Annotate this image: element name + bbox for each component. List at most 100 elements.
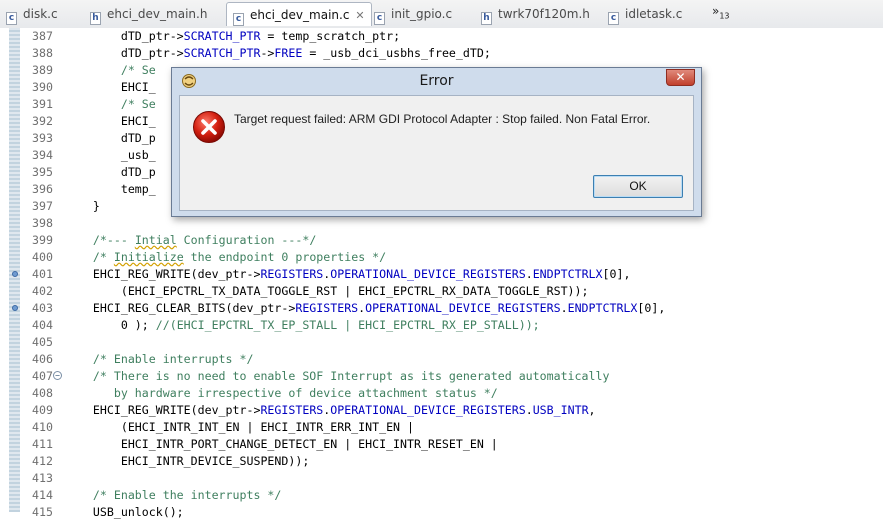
code-token: EHCI_ (65, 80, 156, 94)
line-number: 389 (32, 63, 53, 77)
code-token: EHCI_REG_WRITE(dev_ptr-> (65, 267, 261, 281)
line-number: 398 (32, 216, 53, 230)
code-token: /* Enable the interrupts */ (65, 488, 282, 502)
overflow-count: 13 (719, 11, 730, 21)
tab-idletask-c[interactable]: c idletask.c (608, 2, 682, 26)
line-number: 415 (32, 505, 53, 519)
line-number: 392 (32, 114, 53, 128)
code-text: EHCI_REG_WRITE(dev_ptr->REGISTERS.OPERAT… (65, 402, 596, 419)
code-line[interactable]: 413 (0, 470, 883, 487)
tab-disk-c[interactable]: c disk.c (6, 2, 58, 26)
error-icon (193, 111, 225, 143)
tab-label: twrk70f120m.h (498, 7, 590, 21)
code-text: by hardware irrespective of device attac… (65, 385, 498, 402)
code-line[interactable]: 414 /* Enable the interrupts */ (0, 487, 883, 504)
close-button[interactable]: ✕ (666, 69, 695, 86)
error-dialog: Error ✕ Target request failed: ARM GDI P… (171, 67, 702, 217)
code-token: = _usb_dci_usbhs_free_dTD; (302, 46, 491, 60)
code-token: EHCI_INTR_DEVICE_SUSPEND)); (65, 454, 310, 468)
dialog-title: Error (419, 73, 454, 89)
code-token: USB_INTR (532, 403, 589, 417)
code-line[interactable]: 398 (0, 215, 883, 232)
code-line[interactable]: 410 (EHCI_INTR_INT_EN | EHCI_INTR_ERR_IN… (0, 419, 883, 436)
code-line[interactable]: 415 USB_unlock(); (0, 504, 883, 521)
code-text: } (65, 198, 100, 215)
code-token: OPERATIONAL_DEVICE_REGISTERS (330, 267, 526, 281)
code-token: [0], (637, 301, 666, 315)
line-number: 406 (32, 352, 53, 366)
code-token: dTD_ptr-> (65, 29, 184, 43)
line-number: 393 (32, 131, 53, 145)
code-text: dTD_ptr->SCRATCH_PTR->FREE = _usb_dci_us… (65, 45, 491, 62)
tab-init-gpio-c[interactable]: c init_gpio.c (374, 2, 452, 26)
dialog-body: Target request failed: ARM GDI Protocol … (179, 95, 694, 211)
code-line[interactable]: 404 0 ); //(EHCI_EPCTRL_TX_EP_STALL | EH… (0, 317, 883, 334)
code-line[interactable]: 402 (EHCI_EPCTRL_TX_DATA_TOGGLE_RST | EH… (0, 283, 883, 300)
code-line[interactable]: 388 dTD_ptr->SCRATCH_PTR->FREE = _usb_dc… (0, 45, 883, 62)
code-text: /* Enable the interrupts */ (65, 487, 281, 504)
fold-toggle-icon[interactable]: − (53, 371, 62, 380)
code-text: (EHCI_INTR_INT_EN | EHCI_INTR_ERR_INT_EN… (65, 419, 414, 436)
code-token: /* Se (120, 63, 156, 77)
breakpoint-marker-icon[interactable] (12, 271, 18, 277)
tab-ehci-dev-main-c[interactable]: c ehci_dev_main.c ✕ (226, 2, 372, 26)
line-number: 402 (32, 284, 53, 298)
c-file-icon: c (608, 12, 619, 25)
code-token: //(EHCI_EPCTRL_TX_EP_STALL | EHCI_EPCTRL… (155, 318, 540, 332)
line-number: 403 (32, 301, 53, 315)
code-token: (EHCI_EPCTRL_TX_DATA_TOGGLE_RST | EHCI_E… (65, 284, 589, 298)
code-token: Configuration ---*/ (176, 233, 317, 247)
code-token: ENDPTCTRLX (567, 301, 638, 315)
code-line[interactable]: 412 EHCI_INTR_DEVICE_SUSPEND)); (0, 453, 883, 470)
code-text: EHCI_ (65, 113, 156, 130)
code-text: EHCI_REG_WRITE(dev_ptr->REGISTERS.OPERAT… (65, 266, 631, 283)
breakpoint-marker-icon[interactable] (12, 305, 18, 311)
code-line[interactable]: 407− /* There is no need to enable SOF I… (0, 368, 883, 385)
code-text: /* Se (65, 62, 156, 79)
code-token: USB_unlock(); (65, 505, 184, 519)
code-line[interactable]: 400 /* Initialize the endpoint 0 propert… (0, 249, 883, 266)
code-token: /* There is no need to enable SOF Interr… (65, 369, 610, 383)
code-token: -> (260, 46, 275, 60)
code-token: EHCI_ (65, 114, 156, 128)
code-line[interactable]: 406 /* Enable interrupts */ (0, 351, 883, 368)
tab-overflow-button[interactable]: »13 (712, 4, 730, 20)
code-text: /* Se (65, 96, 156, 113)
line-number: 410 (32, 420, 53, 434)
code-text: temp_ (65, 181, 156, 198)
tab-label: disk.c (23, 7, 58, 21)
code-line[interactable]: 405 (0, 334, 883, 351)
code-line[interactable]: 409 EHCI_REG_WRITE(dev_ptr->REGISTERS.OP… (0, 402, 883, 419)
line-number: 396 (32, 182, 53, 196)
dialog-titlebar[interactable]: Error ✕ (172, 68, 701, 94)
line-number: 405 (32, 335, 53, 349)
code-token: } (65, 199, 100, 213)
code-token: , (588, 403, 596, 417)
code-line[interactable]: 401 EHCI_REG_WRITE(dev_ptr->REGISTERS.OP… (0, 266, 883, 283)
code-line[interactable]: 411 EHCI_INTR_PORT_CHANGE_DETECT_EN | EH… (0, 436, 883, 453)
code-line[interactable]: 399 /*--- Intial Configuration ---*/ (0, 232, 883, 249)
code-token: EHCI_REG_CLEAR_BITS(dev_ptr-> (65, 301, 296, 315)
code-token: dTD_p (65, 131, 156, 145)
tab-twrk70f120m-h[interactable]: h twrk70f120m.h (481, 2, 590, 26)
code-text: EHCI_ (65, 79, 156, 96)
code-token: /* Se (120, 97, 156, 111)
ok-button[interactable]: OK (593, 175, 683, 198)
tab-ehci-dev-main-h[interactable]: h ehci_dev_main.h (90, 2, 207, 26)
code-token: OPERATIONAL_DEVICE_REGISTERS (365, 301, 561, 315)
code-line[interactable]: 387 dTD_ptr->SCRATCH_PTR = temp_scratch_… (0, 28, 883, 45)
code-line[interactable]: 403 EHCI_REG_CLEAR_BITS(dev_ptr->REGISTE… (0, 300, 883, 317)
code-token: REGISTERS (260, 403, 324, 417)
code-text: dTD_p (65, 164, 156, 181)
code-text: 0 ); //(EHCI_EPCTRL_TX_EP_STALL | EHCI_E… (65, 317, 540, 334)
code-token: Initialize (113, 250, 184, 264)
close-icon[interactable]: ✕ (355, 9, 364, 22)
line-number: 409 (32, 403, 53, 417)
code-line[interactable]: 408 by hardware irrespective of device a… (0, 385, 883, 402)
c-file-icon: c (233, 13, 244, 26)
line-number: 413 (32, 471, 53, 485)
code-text: /*--- Intial Configuration ---*/ (65, 232, 316, 249)
code-token: . (525, 403, 533, 417)
